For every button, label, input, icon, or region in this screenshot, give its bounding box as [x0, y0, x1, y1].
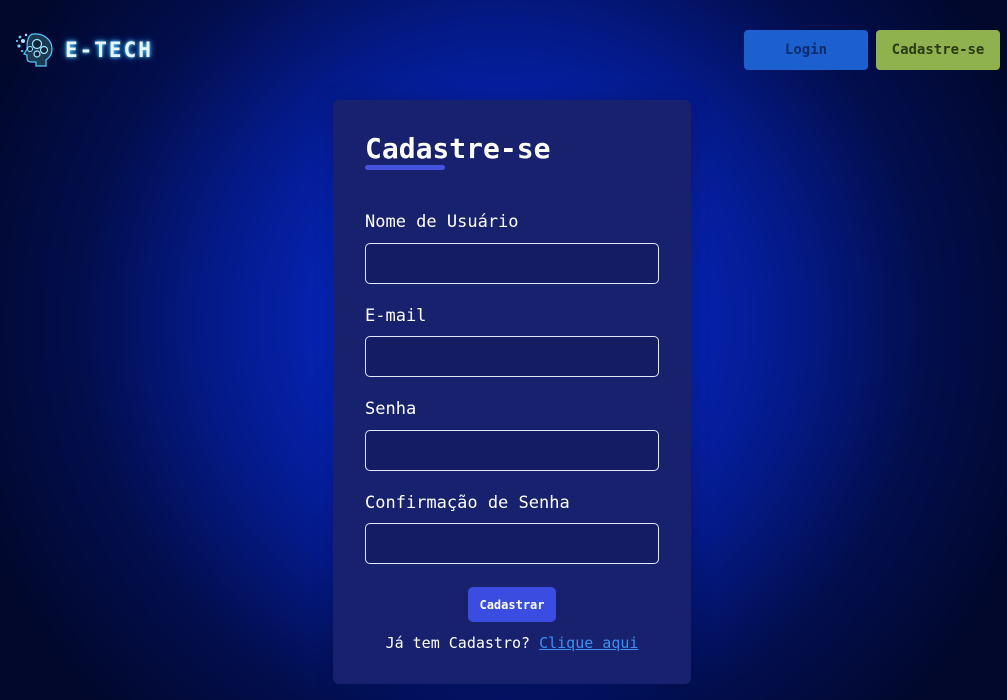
password-input[interactable] [365, 430, 659, 471]
form-title: Cadastre-se [365, 132, 551, 165]
email-input[interactable] [365, 336, 659, 377]
brand-name: E-TECH [65, 38, 153, 62]
submit-button[interactable]: Cadastrar [468, 587, 556, 622]
login-prompt: Já tem Cadastro? Clique aqui [333, 634, 691, 652]
username-input[interactable] [365, 243, 659, 284]
password-confirm-input[interactable] [365, 523, 659, 564]
signup-button[interactable]: Cadastre-se [876, 30, 1000, 70]
login-link[interactable]: Clique aqui [539, 634, 638, 652]
login-button[interactable]: Login [744, 30, 868, 70]
password-label: Senha [365, 399, 417, 419]
top-navbar: E-TECH Login Cadastre-se [0, 0, 1007, 100]
circuit-head-icon [15, 33, 53, 67]
email-label: E-mail [365, 306, 427, 326]
signup-card: Cadastre-se Nome de Usuário E-mail Senha… [333, 100, 691, 684]
title-underline [365, 165, 445, 170]
brand[interactable]: E-TECH [15, 31, 153, 69]
password-confirm-label: Confirmação de Senha [365, 493, 570, 513]
login-prompt-text: Já tem Cadastro? [385, 634, 531, 652]
username-label: Nome de Usuário [365, 212, 519, 232]
